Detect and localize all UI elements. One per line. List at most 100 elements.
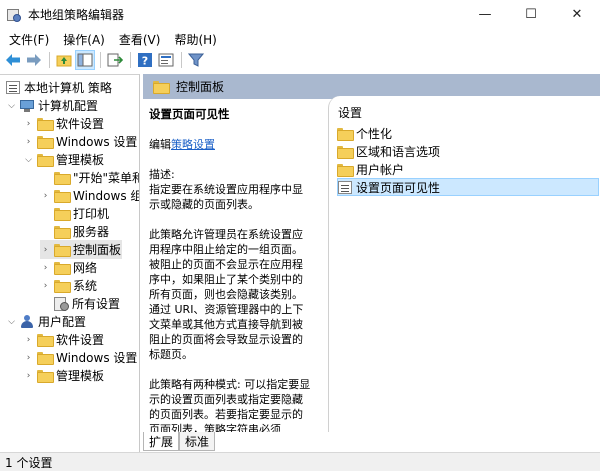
settings-list: 设置 个性化 区域和语言选项 用户帐户 设置页面可见性 [328,96,600,432]
chevron-right-icon[interactable]: › [40,245,51,255]
folder-icon [54,190,71,203]
menu-file[interactable]: 文件(F) [2,31,56,48]
forward-arrow-icon[interactable] [24,50,44,70]
computer-icon [20,99,34,112]
folder-icon [37,136,54,149]
tree-item-label: 服务器 [73,225,110,239]
tree-item-user-config[interactable]: ⌵ 用户配置 [6,312,86,331]
tree-item-label: 计算机配置 [38,99,99,113]
folder-icon [337,145,354,159]
chevron-down-icon[interactable]: ⌵ [23,155,34,165]
folder-icon [54,172,71,185]
chevron-down-icon[interactable]: ⌵ [6,101,17,111]
maximize-button[interactable]: ☐ [508,0,554,29]
tree-item-label: "开始"菜单和 [73,171,140,185]
menu-bar: 文件(F) 操作(A) 查看(V) 帮助(H) [0,29,600,49]
tree-item-computer-config[interactable]: ⌵ 计算机配置 [6,96,98,115]
list-item[interactable]: 设置页面可见性 [337,178,599,196]
chevron-right-icon[interactable]: › [23,335,34,345]
tree-item-label: Windows 设置 [56,351,138,365]
list-item-label: 个性化 [356,126,393,141]
show-hide-tree-icon[interactable] [75,50,95,70]
folder-icon [153,81,170,94]
tree-item-admin-templates[interactable]: ⌵ 管理模板 [23,150,104,169]
folder-icon [54,244,71,257]
chevron-right-icon[interactable]: › [23,353,34,363]
policy-editor-app-icon [6,7,22,23]
list-item[interactable]: 区域和语言选项 [337,142,446,160]
tree-item-user-windows-settings[interactable]: › Windows 设置 [23,348,137,367]
details-pane: 控制面板 设置页面可见性 编辑策略设置 描述: 指定要在系统设置应用程序中显示或… [143,74,600,452]
back-arrow-icon[interactable] [3,50,23,70]
toolbar-separator [130,52,131,68]
description-paragraph-1: 指定要在系统设置应用程序中显示或隐藏的页面列表。 [149,183,303,211]
folder-icon [337,163,354,177]
user-icon [20,315,34,328]
tree-item-label: 网络 [73,261,98,275]
tree-item-windows-components[interactable]: › Windows 组 [40,186,140,205]
tree-item-control-panel[interactable]: › 控制面板 [40,240,122,259]
tree-item-user-admin-templates[interactable]: › 管理模板 [23,366,104,385]
tab-standard[interactable]: 标准 [179,432,216,451]
status-text: 1 个设置 [5,455,53,470]
tree-item-windows-settings[interactable]: › Windows 设置 [23,132,137,151]
list-item[interactable]: 个性化 [337,124,398,142]
toolbar-separator [49,52,50,68]
chevron-right-icon[interactable]: › [40,281,51,291]
menu-view[interactable]: 查看(V) [112,31,168,48]
tree-item-printers[interactable]: 打印机 [40,204,109,223]
settings-column-header[interactable]: 设置 [338,104,362,121]
tree-item-local-computer-policy[interactable]: 本地计算机 策略 [6,78,112,97]
chevron-right-icon[interactable]: › [23,371,34,381]
close-button[interactable]: ✕ [554,0,600,29]
filter-icon[interactable] [186,50,206,70]
list-item-label: 设置页面可见性 [356,180,441,195]
edit-prefix: 编辑 [149,138,171,151]
list-item[interactable]: 用户帐户 [337,160,410,178]
properties-icon[interactable] [156,50,176,70]
chevron-down-icon[interactable]: ⌵ [6,317,17,327]
tree-item-all-settings[interactable]: 所有设置 [40,294,120,313]
toolbar: ? [0,49,600,71]
tree-item-label: 管理模板 [56,369,105,383]
tree-item-servers[interactable]: 服务器 [40,222,109,241]
svg-text:?: ? [142,55,148,68]
folder-icon [337,127,354,141]
tree-item-label: Windows 组 [73,189,140,203]
tree-item-start-menu[interactable]: "开始"菜单和 [40,168,140,187]
status-bar: 1 个设置 [0,452,600,471]
tree-item-network[interactable]: › 网络 [40,258,97,277]
chevron-right-icon[interactable]: › [40,191,51,201]
chevron-right-icon[interactable]: › [23,137,34,147]
folder-icon [54,208,71,221]
help-icon[interactable]: ? [135,50,155,70]
description-paragraph-2: 此策略允许管理员在系统设置应用程序中阻止给定的一组页面。被阻止的页面不会显示在应… [149,228,304,361]
toolbar-separator [181,52,182,68]
policy-setting-icon [338,180,352,194]
tree-item-label: 控制面板 [73,243,122,257]
export-list-icon[interactable] [105,50,125,70]
edit-policy-settings-link[interactable]: 策略设置 [171,138,215,151]
tree-item-software-settings[interactable]: › 软件设置 [23,114,104,133]
list-item-label: 区域和语言选项 [356,144,441,159]
tree-item-system[interactable]: › 系统 [40,276,97,295]
chevron-right-icon[interactable]: › [23,119,34,129]
tree-item-label: 打印机 [73,207,110,221]
tree-item-label: 软件设置 [56,117,105,131]
window-title: 本地组策略编辑器 [28,8,125,22]
tree-item-user-software-settings[interactable]: › 软件设置 [23,330,104,349]
description-label: 描述: [149,168,175,181]
policy-tree: 本地计算机 策略 ⌵ 计算机配置 › 软件设置 › Windows 设置 ⌵ 管… [0,74,140,452]
title-bar: 本地组策略编辑器 — ☐ ✕ [0,0,600,29]
up-folder-icon[interactable] [54,50,74,70]
extended-description-panel: 设置页面可见性 编辑策略设置 描述: 指定要在系统设置应用程序中显示或隐藏的页面… [143,99,325,432]
tree-item-label: 系统 [73,279,98,293]
list-item-label: 用户帐户 [356,162,405,177]
details-header-title: 控制面板 [176,80,225,94]
chevron-right-icon[interactable]: › [40,263,51,273]
tab-extended[interactable]: 扩展 [143,432,180,451]
minimize-button[interactable]: — [462,0,508,29]
folder-icon [37,352,54,365]
menu-action[interactable]: 操作(A) [56,31,112,48]
menu-help[interactable]: 帮助(H) [167,31,223,48]
